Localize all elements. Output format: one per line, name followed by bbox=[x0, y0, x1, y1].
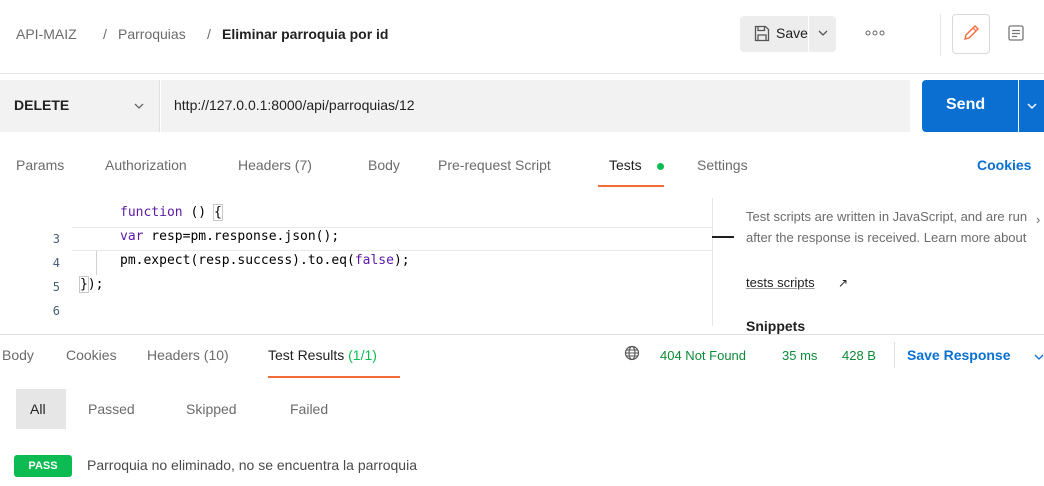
tab-body[interactable]: Body bbox=[368, 157, 400, 173]
breadcrumb-folder[interactable]: Parroquias bbox=[118, 26, 186, 42]
edit-icon bbox=[964, 25, 979, 40]
method-label: DELETE bbox=[14, 97, 70, 113]
code-line[interactable]: function () { bbox=[120, 204, 223, 221]
editor-scroll-marker bbox=[712, 236, 734, 238]
collapse-panel-icon[interactable]: › bbox=[1036, 212, 1040, 227]
external-link-icon: ↗ bbox=[838, 276, 849, 290]
chevron-down-icon bbox=[134, 103, 144, 109]
line-number: 3 bbox=[52, 232, 60, 246]
breadcrumb-collection[interactable]: API-MAIZ bbox=[16, 26, 77, 42]
breadcrumb-separator: / bbox=[103, 26, 107, 42]
pass-status-badge: PASS bbox=[14, 455, 72, 477]
breadcrumb-request-title[interactable]: Eliminar parroquia por id bbox=[222, 26, 388, 42]
response-time[interactable]: 35 ms bbox=[782, 348, 817, 363]
breadcrumb-separator: / bbox=[207, 26, 211, 42]
url-input-value[interactable]: http://127.0.0.1:8000/api/parroquias/12 bbox=[174, 97, 415, 113]
code-line[interactable]: pm.expect(resp.success).to.eq(false); bbox=[120, 253, 410, 268]
filter-failed[interactable]: Failed bbox=[290, 389, 328, 429]
test-results-count: (1/1) bbox=[348, 347, 377, 363]
active-tab-underline bbox=[598, 185, 664, 187]
response-tab-headers[interactable]: Headers (10) bbox=[147, 347, 229, 363]
active-tab-underline bbox=[268, 376, 400, 378]
chevron-down-icon bbox=[1027, 103, 1037, 109]
save-button-label: Save bbox=[776, 25, 808, 41]
save-button-divider bbox=[808, 16, 809, 52]
globe-icon[interactable] bbox=[624, 345, 640, 361]
cookies-link[interactable]: Cookies bbox=[977, 157, 1031, 173]
snippets-heading: Snippets bbox=[746, 318, 806, 334]
tests-scripts-link[interactable]: tests scripts bbox=[746, 275, 815, 290]
line-number: 5 bbox=[52, 280, 60, 294]
filter-all[interactable]: All bbox=[16, 389, 66, 429]
tab-params[interactable]: Params bbox=[16, 157, 64, 173]
status-divider bbox=[894, 342, 895, 368]
tab-tests[interactable]: Tests bbox=[609, 157, 642, 173]
response-tab-body[interactable]: Body bbox=[2, 347, 34, 363]
tests-indicator-dot bbox=[657, 163, 664, 170]
save-response-button[interactable]: Save Response bbox=[907, 347, 1011, 363]
response-status[interactable]: 404 Not Found bbox=[660, 348, 746, 363]
chevron-down-icon[interactable] bbox=[818, 28, 828, 38]
line-number: 4 bbox=[52, 256, 60, 270]
editor-indent-guide bbox=[96, 251, 97, 275]
tab-pre-request-script[interactable]: Pre-request Script bbox=[438, 157, 551, 173]
response-tab-test-results[interactable]: Test Results (1/1) bbox=[268, 347, 377, 363]
send-button-label: Send bbox=[946, 96, 986, 113]
tests-help-text: Test scripts are written in JavaScript, … bbox=[746, 209, 1028, 245]
response-size[interactable]: 428 B bbox=[842, 348, 876, 363]
tab-headers[interactable]: Headers (7) bbox=[238, 157, 312, 173]
line-number: 6 bbox=[52, 304, 60, 318]
chevron-down-icon[interactable] bbox=[1034, 352, 1044, 362]
code-line[interactable]: }); bbox=[79, 276, 103, 293]
test-result-name: Parroquia no eliminado, no se encuentra … bbox=[87, 457, 417, 473]
save-icon bbox=[754, 25, 770, 42]
tab-authorization[interactable]: Authorization bbox=[105, 157, 187, 173]
filter-passed[interactable]: Passed bbox=[88, 389, 135, 429]
response-tab-cookies[interactable]: Cookies bbox=[66, 347, 117, 363]
more-icon[interactable] bbox=[864, 28, 886, 38]
tab-settings[interactable]: Settings bbox=[697, 157, 748, 173]
code-line[interactable]: var resp=pm.response.json(); bbox=[120, 229, 339, 244]
editor-scrollbar[interactable] bbox=[712, 198, 728, 326]
docs-icon[interactable] bbox=[1007, 24, 1025, 42]
filter-skipped[interactable]: Skipped bbox=[186, 389, 237, 429]
response-tab-test-results-label: Test Results bbox=[268, 347, 345, 363]
